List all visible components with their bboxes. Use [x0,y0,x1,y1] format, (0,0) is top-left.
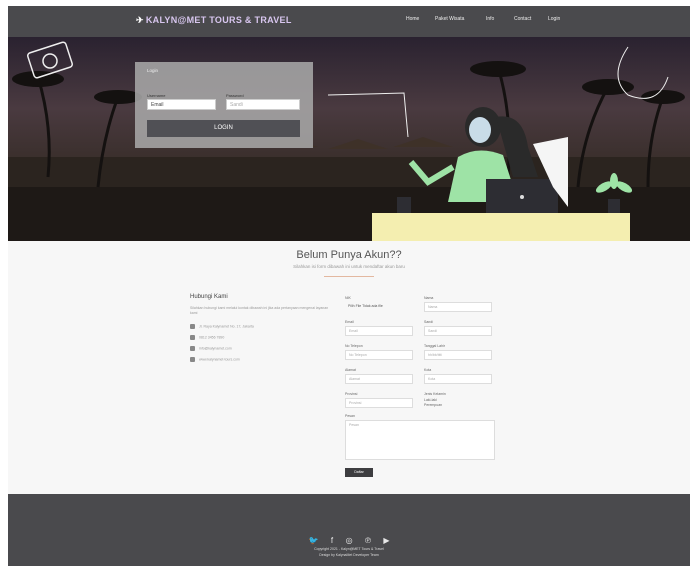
web-text[interactable]: www.kalynamet-tours.com [199,357,240,361]
copyright-text: Copyright 2021 - Kalyn@MET Tours & Trave… [314,547,384,551]
password-input[interactable]: Sandi [226,99,300,110]
contact-web: www.kalynamet-tours.com [190,357,240,362]
gender-option-female[interactable]: Perempuan [424,403,442,407]
title-divider [324,276,374,277]
field-kota-input[interactable]: Kota [424,374,492,384]
nav-item-login[interactable]: Login [548,16,560,22]
mail-icon [190,346,195,351]
username-label: Username [147,93,166,98]
credit-text: Design by KalynaMet Developer Team [319,553,379,557]
field-tgl-lahir-label: Tanggal Lahir [424,344,446,348]
brand-logo[interactable]: ✈ KALYN@MET TOURS & TRAVEL [136,15,292,26]
pinterest-icon[interactable]: ℗ [365,536,371,545]
field-alamat-input[interactable]: Alamat [345,374,413,384]
field-alamat-label: Alamat [345,368,356,372]
contact-phone: 0812 3456 7890 [190,335,224,340]
nav-item-info[interactable]: Info [486,16,494,22]
login-button[interactable]: LOGIN [147,120,300,137]
login-title: Login [147,68,159,73]
hero-banner: Login Username Password Email Sandi LOGI… [8,37,690,241]
field-sandi-label: Sandi [424,320,433,324]
phone-icon [190,335,195,340]
nav-item-home[interactable]: Home [406,16,419,22]
desk-illustration [372,213,630,241]
field-nik-label: NIK [345,296,351,300]
field-kota-label: Kota [424,368,432,372]
field-telepon-label: No Telepon [345,344,363,348]
username-input[interactable]: Email [147,99,216,110]
contact-address: Jl. Raya Kalynamet No. 17, Jakarta [190,324,254,329]
page-frame: ✈ KALYN@MET TOURS & TRAVEL Home Paket Wis… [8,6,690,566]
plane-icon: ✈ [136,15,144,25]
field-nama-label: Nama [424,296,434,300]
field-email-label: Email [345,320,354,324]
password-label: Password [226,93,244,98]
location-icon [190,324,195,329]
gender-option-male[interactable]: Laki-laki [424,398,437,402]
footer: 🐦 f ◎ ℗ ▶ Copyright 2021 - Kalyn@MET Tou… [8,494,690,566]
contact-title: Hubungi Kami [190,294,228,300]
nav-item-paket-wisata[interactable]: Paket Wisata [435,16,464,22]
twitter-icon[interactable]: 🐦 [308,536,318,545]
message-textarea[interactable]: Pesan [345,420,495,460]
field-pesan-label: Pesan [345,414,355,418]
globe-icon [190,357,195,362]
register-title: Belum Punya Akun?? [296,249,402,261]
register-subtitle: Silahkan isi form dibawah ini untuk mend… [293,264,405,269]
email-text[interactable]: info@kalynamet.com [199,346,232,350]
field-sandi-input[interactable]: Sandi [424,326,492,336]
nav-item-contact[interactable]: Contact [514,16,531,22]
address-text: Jl. Raya Kalynamet No. 17, Jakarta [199,324,254,329]
login-card: Login Username Password Email Sandi LOGI… [135,62,313,148]
field-tgl-lahir-input[interactable]: hh/bb/tttt [424,350,492,360]
field-telepon-input[interactable]: No Telepon [345,350,413,360]
top-navbar: ✈ KALYN@MET TOURS & TRAVEL Home Paket Wis… [8,6,690,37]
social-links: 🐦 f ◎ ℗ ▶ [8,530,690,548]
field-provinsi-label: Provinsi [345,392,358,396]
field-email-input[interactable]: Email [345,326,413,336]
phone-text: 0812 3456 7890 [199,335,225,340]
instagram-icon[interactable]: ◎ [346,536,353,545]
facebook-icon[interactable]: f [331,536,333,545]
field-nik-file[interactable]: Pilih File Tidak ada file [345,302,413,312]
field-nama-input[interactable]: Nama [424,302,492,312]
contact-email: info@kalynamet.com [190,346,232,351]
youtube-icon[interactable]: ▶ [383,536,389,545]
contact-description: Silahkan hubungi kami melalui kontak dib… [190,306,329,315]
hero-illustration [8,41,690,241]
brand-name: KALYN@MET TOURS & TRAVEL [145,15,292,25]
register-submit-button[interactable]: Daftar [345,468,373,477]
field-gender-label: Jenis Kelamin [424,392,446,396]
field-provinsi-input[interactable]: Provinsi [345,398,413,408]
